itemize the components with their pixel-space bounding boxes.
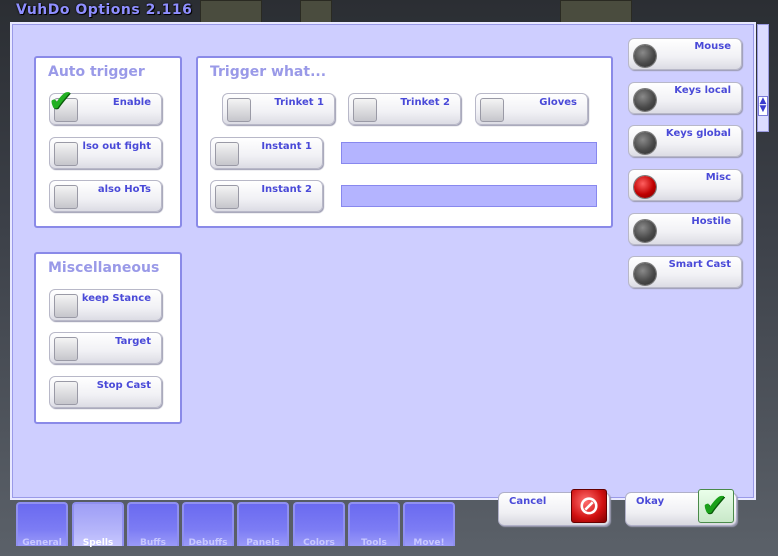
checkbox-label: Enable	[112, 97, 151, 108]
cancel-button[interactable]: Cancel ⊘	[498, 489, 610, 526]
okay-button[interactable]: Okay ✔	[625, 486, 737, 526]
instant-1-input[interactable]	[341, 142, 597, 164]
checkbox-box	[215, 142, 239, 166]
tab-spells[interactable]: Spells	[72, 502, 124, 548]
panel-title: Trigger what...	[210, 64, 327, 80]
radio-icon	[634, 263, 656, 285]
radio-icon	[634, 45, 656, 67]
checkbox-label: also HoTs	[97, 184, 151, 195]
stop-cast-checkbox[interactable]: Stop Cast	[49, 376, 162, 408]
checkbox-label: lso out fight	[82, 141, 151, 152]
checkbox-label: Instant 2	[261, 184, 312, 195]
gloves-checkbox[interactable]: Gloves	[475, 93, 588, 125]
checkbox-box	[54, 294, 78, 318]
target-checkbox[interactable]: Target	[49, 332, 162, 364]
tab-colors[interactable]: Colors	[293, 502, 345, 548]
checkbox-label: Gloves	[539, 97, 577, 108]
tab-tools[interactable]: Tools	[348, 502, 400, 548]
menu-label: Misc	[705, 172, 731, 183]
checkbox-box	[54, 142, 78, 166]
checkbox-box	[215, 185, 239, 209]
checkbox-label: Trinket 1	[274, 97, 324, 108]
trinket-1-checkbox[interactable]: Trinket 1	[222, 93, 335, 125]
checkbox-box	[54, 381, 78, 405]
tab-label: Panels	[246, 538, 280, 548]
panel-title: Auto trigger	[48, 64, 145, 80]
menu-keys-local[interactable]: Keys local	[628, 82, 742, 114]
tab-debuffs[interactable]: Debuffs	[182, 502, 234, 548]
checkmark-icon: ✔	[698, 486, 734, 524]
tab-label: Move!	[413, 538, 445, 548]
checkbox-box	[480, 98, 504, 122]
menu-smart-cast[interactable]: Smart Cast	[628, 256, 742, 288]
checkbox-box	[227, 98, 251, 122]
checkbox-label: Trinket 2	[400, 97, 450, 108]
checkbox-box	[54, 337, 78, 361]
instant-1-checkbox[interactable]: Instant 1	[210, 137, 323, 169]
cancel-icon: ⊘	[571, 489, 607, 523]
radio-selected-icon	[634, 176, 656, 198]
radio-icon	[634, 132, 656, 154]
menu-label: Keys local	[674, 85, 731, 96]
tab-label: Debuffs	[188, 538, 228, 548]
checkbox-label: keep Stance	[81, 293, 151, 304]
trinket-2-checkbox[interactable]: Trinket 2	[348, 93, 461, 125]
checkbox-label: Instant 1	[261, 141, 312, 152]
checkbox-box	[353, 98, 377, 122]
button-label: Cancel	[509, 496, 547, 507]
instant-2-checkbox[interactable]: Instant 2	[210, 180, 323, 212]
checkmark-icon: ✔	[48, 84, 74, 119]
menu-label: Smart Cast	[668, 259, 731, 270]
menu-mouse[interactable]: Mouse	[628, 38, 742, 70]
instant-2-input[interactable]	[341, 185, 597, 207]
enable-checkbox[interactable]: ✔ Enable	[48, 84, 162, 125]
menu-label: Keys global	[665, 128, 731, 139]
tab-label: General	[22, 538, 62, 548]
radio-icon	[634, 89, 656, 111]
radio-icon	[634, 220, 656, 242]
menu-misc[interactable]: Misc	[628, 169, 742, 201]
panel-title: Miscellaneous	[48, 260, 160, 276]
out-fight-checkbox[interactable]: lso out fight	[49, 137, 162, 169]
tab-label: Tools	[361, 538, 387, 548]
window-title: VuhDo Options 2.116	[16, 2, 193, 18]
keep-stance-checkbox[interactable]: keep Stance	[49, 289, 162, 321]
checkbox-box	[54, 185, 78, 209]
menu-keys-global[interactable]: Keys global	[628, 125, 742, 157]
tab-buffs[interactable]: Buffs	[127, 502, 179, 548]
checkbox-label: Stop Cast	[96, 380, 151, 391]
menu-hostile[interactable]: Hostile	[628, 213, 742, 245]
button-label: Okay	[636, 496, 665, 507]
tab-label: Spells	[82, 538, 114, 548]
scrollbar-thumb[interactable]: ▲ ▼	[758, 96, 768, 116]
checkbox-label: Target	[115, 336, 151, 347]
menu-label: Hostile	[691, 216, 731, 227]
tab-panels[interactable]: Panels	[237, 502, 289, 548]
tab-move[interactable]: Move!	[403, 502, 455, 548]
tab-general[interactable]: General	[16, 502, 68, 548]
menu-label: Mouse	[694, 41, 731, 52]
tab-label: Colors	[303, 538, 335, 548]
also-hots-checkbox[interactable]: also HoTs	[49, 180, 162, 212]
tab-label: Buffs	[140, 538, 166, 548]
